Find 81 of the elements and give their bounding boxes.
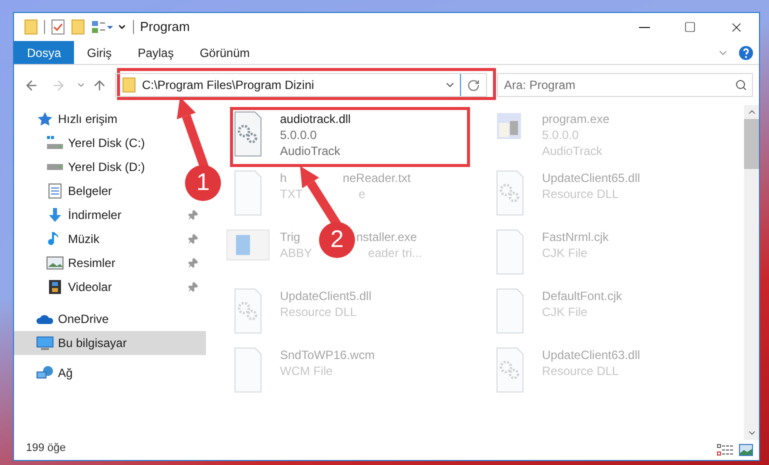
search-field[interactable]: Ara: Program xyxy=(497,73,753,97)
application-icon xyxy=(226,229,270,261)
sidebar-item[interactable]: Yerel Disk (D:) xyxy=(14,155,153,179)
computer-icon xyxy=(36,335,54,351)
sidebar-item[interactable]: Yerel Disk (C:) xyxy=(14,131,153,155)
file-name: DefaultFont.cjk xyxy=(542,288,622,304)
picture-icon xyxy=(46,255,64,271)
scrollbar[interactable] xyxy=(744,105,759,440)
file-name: Trig xyxy=(280,229,300,245)
file-detail: eader tri... xyxy=(368,245,422,261)
minimize-icon xyxy=(638,26,650,28)
properties-icon[interactable] xyxy=(51,19,65,35)
file-name: nstaller.exe xyxy=(356,229,417,245)
file-name: FastNrml.cjk xyxy=(542,229,609,245)
details-view-icon[interactable] xyxy=(717,444,733,456)
drive-icon xyxy=(46,164,64,170)
file-name: UpdateClient5.dll xyxy=(280,288,372,304)
ribbon-tab[interactable]: Dosya xyxy=(14,41,74,64)
new-folder-icon xyxy=(71,19,85,35)
file-name: neReader.txt xyxy=(342,170,411,186)
file-detail: e xyxy=(358,186,366,202)
refresh-icon[interactable] xyxy=(467,78,480,92)
back-icon[interactable] xyxy=(24,78,39,92)
view-icon[interactable] xyxy=(91,20,113,34)
ribbon-tab[interactable]: Paylaş xyxy=(124,41,187,64)
file-detail: Resource DLL xyxy=(542,363,619,379)
ribbon-tab[interactable]: Görünüm xyxy=(186,41,263,64)
sidebar-item[interactable]: Resimler xyxy=(14,251,206,275)
file-name: UpdateClient63.dll xyxy=(542,347,640,363)
item-count: 199 öğe xyxy=(25,440,66,456)
up-icon[interactable] xyxy=(92,78,107,92)
star-icon xyxy=(36,111,54,127)
file-detail: 5.0.0.0 xyxy=(542,127,579,143)
search-icon xyxy=(735,79,747,91)
settings-file-icon xyxy=(495,170,525,216)
help-icon[interactable] xyxy=(739,46,753,60)
settings-file-icon xyxy=(233,288,263,334)
file-icon xyxy=(495,288,525,334)
drive-icon xyxy=(46,135,64,151)
file-detail: TXT xyxy=(280,186,303,202)
file-detail: WCM File xyxy=(280,363,333,379)
settings-file-icon xyxy=(495,347,525,393)
sidebar-item[interactable]: OneDrive xyxy=(14,307,117,331)
scroll-thumb[interactable] xyxy=(744,119,759,169)
file-detail: Resource DLL xyxy=(542,186,619,202)
ribbon-tab[interactable]: Giriş xyxy=(74,41,125,64)
window-title: Program xyxy=(140,18,190,36)
file-name: UpdateClient65.dll xyxy=(542,170,640,186)
download-icon xyxy=(46,207,64,223)
folder-icon xyxy=(24,19,38,35)
sidebar-item[interactable]: Ağ xyxy=(14,361,81,385)
document-icon xyxy=(46,183,64,199)
sidebar-item[interactable]: Belgeler xyxy=(14,179,120,203)
sidebar-item[interactable]: Müzik xyxy=(14,227,206,251)
file-name: SndToWP16.wcm xyxy=(280,347,375,363)
film-icon xyxy=(46,279,64,295)
file-detail: CJK File xyxy=(542,245,588,261)
sidebar-item[interactable]: İndirmeler xyxy=(14,203,206,227)
settings-file-icon xyxy=(233,111,263,157)
file-detail: AudioTrack xyxy=(280,143,340,159)
file-name: h xyxy=(280,170,287,186)
sidebar-item[interactable]: Hızlı erişim xyxy=(14,107,126,131)
address-bar[interactable]: C:\Program Files\Program Dizini xyxy=(115,73,487,97)
file-detail: Resource DLL xyxy=(280,304,357,320)
address-path: C:\Program Files\Program Dizini xyxy=(142,77,314,94)
customize-toolbar-icon[interactable] xyxy=(117,22,127,32)
file-detail: ABBY xyxy=(280,245,312,261)
sidebar-item[interactable]: Bu bilgisayar xyxy=(14,331,206,355)
file-name: program.exe xyxy=(542,111,610,127)
file-icon xyxy=(233,347,263,393)
file-detail: 5.0.0.0 xyxy=(280,127,317,143)
file-icon xyxy=(233,170,263,216)
file-icon xyxy=(495,229,525,275)
file-name: audiotrack.dll xyxy=(280,111,351,127)
sidebar-item[interactable]: Videolar xyxy=(14,275,206,299)
folder-icon xyxy=(122,77,136,93)
tiles-view-icon[interactable] xyxy=(739,444,753,456)
file-detail: AudioTrack xyxy=(542,143,602,159)
maximize-icon xyxy=(684,21,696,33)
network-icon xyxy=(36,365,54,381)
file-detail: CJK File xyxy=(542,304,588,320)
